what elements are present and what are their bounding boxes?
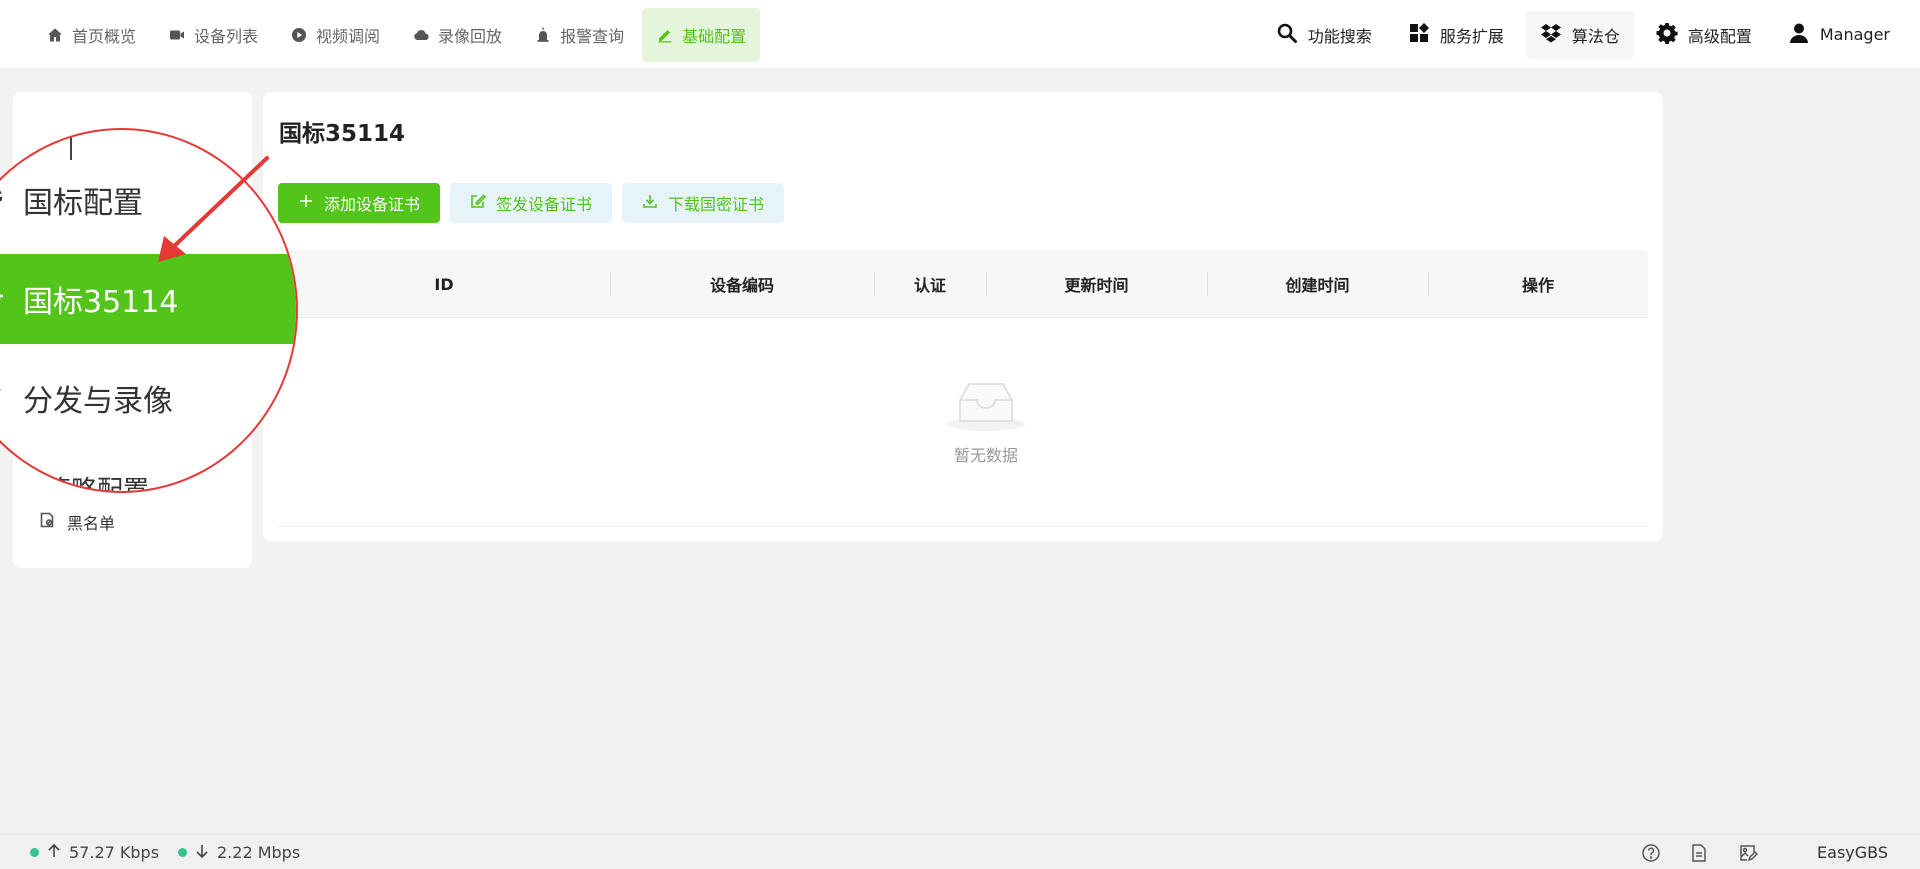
user-menu[interactable]: Manager bbox=[1774, 11, 1904, 59]
column-header-id[interactable]: ID bbox=[278, 250, 610, 318]
user-icon bbox=[1788, 22, 1810, 48]
status-bar: 57.27 Kbps 2.22 Mbps EasyGBS bbox=[0, 834, 1920, 869]
image-edit-icon[interactable] bbox=[1738, 843, 1759, 863]
sidebar-item-strategy-partial: 策略配置 bbox=[45, 476, 150, 493]
sign-device-cert-button[interactable]: 签发设备证书 bbox=[450, 183, 613, 223]
algorithm-repo-label: 算法仓 bbox=[1571, 26, 1620, 46]
toolbar: 添加设备证书 签发设备证书 下载国密证书 bbox=[278, 183, 785, 223]
upload-rate: 57.27 Kbps bbox=[30, 835, 159, 869]
download-rate-value: 2.22 Mbps bbox=[217, 843, 301, 862]
sidebar-item-blacklist[interactable]: 黑名单 bbox=[13, 502, 252, 542]
download-rate: 2.22 Mbps bbox=[178, 835, 300, 869]
search-icon bbox=[1276, 22, 1298, 48]
gear-icon bbox=[1656, 22, 1678, 48]
gear-icon bbox=[0, 183, 5, 218]
page-title: 国标35114 bbox=[279, 121, 406, 147]
apps-icon bbox=[1408, 22, 1430, 48]
user-name: Manager bbox=[1819, 25, 1890, 44]
alarm-icon bbox=[534, 26, 552, 44]
empty-state: 暂无数据 bbox=[921, 378, 1051, 466]
nav-alarm[interactable]: 报警查询 bbox=[520, 8, 638, 62]
cloud-icon bbox=[412, 26, 430, 44]
nav-video-label: 视频调阅 bbox=[316, 26, 381, 46]
add-device-cert-button[interactable]: 添加设备证书 bbox=[278, 183, 441, 223]
nav-alarm-label: 报警查询 bbox=[560, 26, 625, 46]
main-nav: 首页概览 设备列表 视频调阅 录像回放 报警查询 基础配置 bbox=[32, 0, 761, 69]
dropbox-icon bbox=[1540, 22, 1562, 48]
download-sm-cert-label: 下载国密证书 bbox=[668, 197, 765, 214]
arrow-down-icon bbox=[195, 843, 209, 862]
edit-square-icon bbox=[470, 193, 487, 214]
nav-device-list[interactable]: 设备列表 bbox=[154, 8, 272, 62]
right-nav: 功能搜索 服务扩展 算法仓 高级配置 Manager bbox=[1262, 0, 1904, 69]
column-header-auth[interactable]: 认证 bbox=[874, 250, 986, 318]
upload-rate-value: 57.27 Kbps bbox=[69, 843, 160, 862]
blacklist-icon bbox=[39, 512, 55, 532]
home-icon bbox=[46, 26, 64, 44]
nav-playback-label: 录像回放 bbox=[438, 26, 503, 46]
nav-basic-config-label: 基础配置 bbox=[682, 26, 747, 46]
key-icon bbox=[0, 282, 5, 317]
arrow-up-icon bbox=[47, 843, 61, 862]
sidebar-item-label: 国标配置 bbox=[23, 186, 143, 221]
nav-video[interactable]: 视频调阅 bbox=[276, 8, 394, 62]
table-header: ID 设备编码 认证 更新时间 创建时间 操作 bbox=[278, 250, 1648, 318]
function-search-label: 功能搜索 bbox=[1307, 26, 1372, 46]
sidebar-item-label: 分发与录像 bbox=[23, 384, 173, 419]
table-bottom-border bbox=[278, 526, 1648, 527]
service-extension-label: 服务扩展 bbox=[1439, 26, 1504, 46]
empty-inbox-icon bbox=[945, 383, 1027, 436]
nav-device-list-label: 设备列表 bbox=[194, 26, 259, 46]
function-search-button[interactable]: 功能搜索 bbox=[1262, 11, 1386, 59]
advanced-config-button[interactable]: 高级配置 bbox=[1642, 11, 1766, 59]
sidebar-item-label: 黑名单 bbox=[67, 514, 116, 533]
advanced-config-label: 高级配置 bbox=[1687, 26, 1752, 46]
nav-playback[interactable]: 录像回放 bbox=[398, 8, 516, 62]
edit-icon bbox=[656, 26, 674, 44]
share-icon bbox=[0, 381, 5, 416]
nav-home-label: 首页概览 bbox=[72, 26, 137, 46]
download-sm-cert-button[interactable]: 下载国密证书 bbox=[622, 183, 785, 223]
status-dot bbox=[30, 848, 39, 857]
top-navbar: 首页概览 设备列表 视频调阅 录像回放 报警查询 基础配置 功能搜索 服务扩展 … bbox=[0, 0, 1920, 69]
sidebar-item-label: 国标35114 bbox=[23, 285, 179, 320]
red-annotation-arrow bbox=[158, 156, 269, 262]
nav-basic-config[interactable]: 基础配置 bbox=[642, 7, 761, 62]
column-header-updated-time[interactable]: 更新时间 bbox=[986, 250, 1207, 318]
main-panel: 国标35114 添加设备证书 签发设备证书 下载国密证书 ID 设备编码 认证 … bbox=[263, 92, 1663, 541]
camera-icon bbox=[168, 26, 186, 44]
column-header-actions[interactable]: 操作 bbox=[1428, 250, 1648, 318]
download-icon bbox=[642, 193, 658, 214]
sidebar-item-distribution-recording[interactable]: 分发与录像 bbox=[0, 353, 296, 443]
add-device-cert-label: 添加设备证书 bbox=[324, 197, 421, 214]
sign-device-cert-label: 签发设备证书 bbox=[496, 197, 593, 214]
plus-icon bbox=[298, 193, 314, 214]
status-dot bbox=[178, 848, 187, 857]
help-icon[interactable] bbox=[1641, 843, 1661, 863]
brand-name: EasyGBS bbox=[1817, 843, 1888, 862]
empty-text: 暂无数据 bbox=[953, 446, 1018, 465]
algorithm-repo-button[interactable]: 算法仓 bbox=[1525, 10, 1634, 59]
play-icon bbox=[290, 26, 308, 44]
document-icon[interactable] bbox=[1689, 843, 1709, 863]
nav-home[interactable]: 首页概览 bbox=[32, 8, 150, 62]
column-header-device-code[interactable]: 设备编码 bbox=[610, 250, 874, 318]
column-header-created-time[interactable]: 创建时间 bbox=[1207, 250, 1428, 318]
service-extension-button[interactable]: 服务扩展 bbox=[1394, 11, 1518, 59]
